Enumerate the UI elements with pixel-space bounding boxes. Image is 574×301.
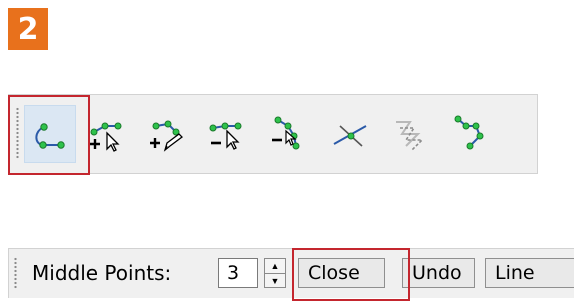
polyline-tool-button[interactable] [444, 105, 496, 163]
stepper-down-icon[interactable]: ▼ [265, 274, 285, 288]
middle-points-input[interactable]: 3 [218, 258, 258, 288]
stepper-up-icon[interactable]: ▲ [265, 259, 285, 274]
close-button-highlight [292, 248, 410, 301]
parallel-line-tool-button[interactable] [384, 105, 436, 163]
line-options-bar: Middle Points: 3 ▲ ▼ Close Undo Line [8, 248, 574, 298]
polyline-icon [454, 115, 484, 150]
remove-vertex-alt-tool-button[interactable] [264, 105, 316, 163]
add-vertex-pen-icon [150, 120, 183, 152]
step-badge: 2 [8, 8, 48, 50]
split-line-icon [333, 125, 367, 147]
middle-points-stepper[interactable]: ▲ ▼ [264, 258, 286, 288]
options-bar-grip[interactable] [14, 257, 17, 289]
add-vertex-pen-tool-button[interactable] [144, 105, 196, 163]
add-vertex-icon [90, 122, 122, 152]
line-mode-button[interactable]: Line [485, 258, 574, 288]
remove-vertex-tool-button[interactable] [204, 105, 256, 163]
remove-vertex-icon [209, 122, 242, 150]
add-vertex-tool-button[interactable] [84, 105, 136, 163]
undo-button[interactable]: Undo [402, 258, 475, 288]
split-line-tool-button[interactable] [324, 105, 376, 163]
remove-vertex-alt-icon [272, 116, 300, 150]
parallel-line-icon [396, 121, 424, 151]
middle-points-label: Middle Points: [32, 261, 172, 285]
new-line-tool-highlight [8, 95, 90, 175]
